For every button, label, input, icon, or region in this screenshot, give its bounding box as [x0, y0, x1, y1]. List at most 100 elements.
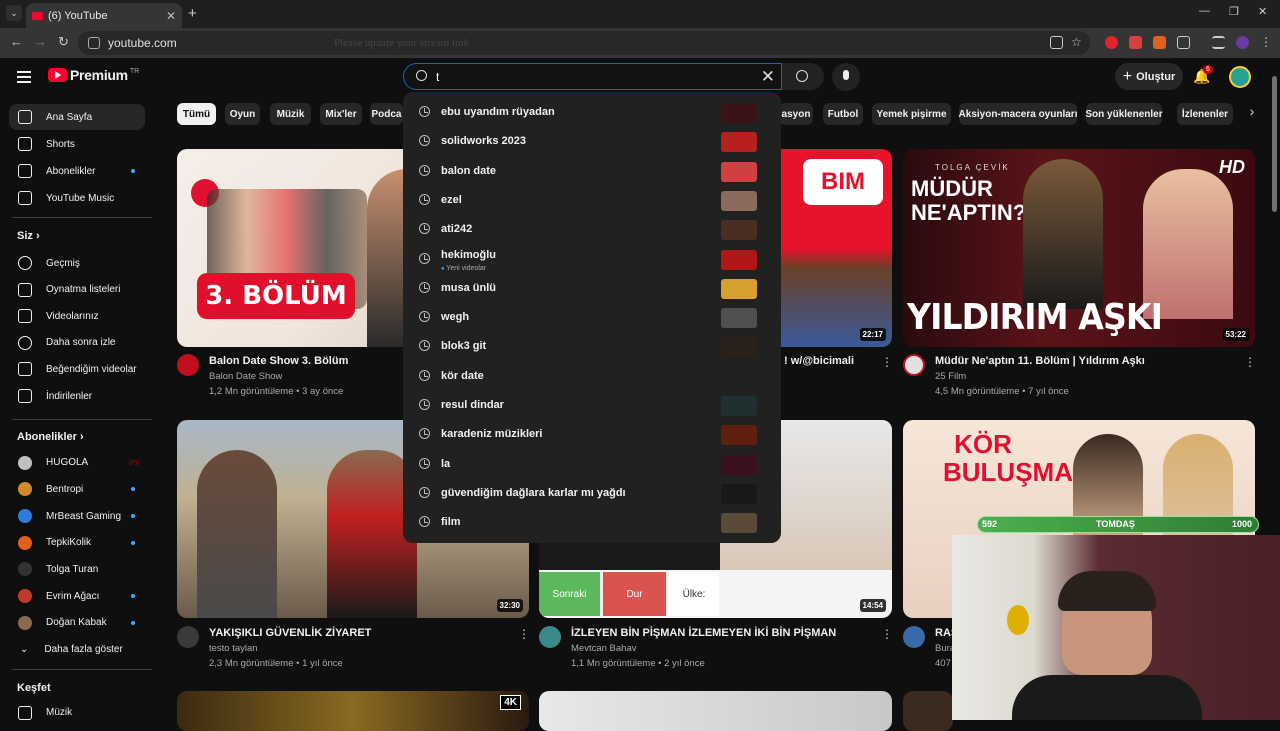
category-chip[interactable]: Son yüklenenler [1085, 103, 1163, 125]
youtube-logo[interactable]: Premium TR [48, 67, 139, 83]
sidebar-item-music[interactable]: Müzik [9, 700, 145, 726]
video-thumbnail[interactable]: 4K [177, 691, 529, 731]
search-suggestion[interactable]: kör date [403, 362, 781, 391]
search-suggestion[interactable]: güvendiğim dağlara karlar mı yağdı [403, 479, 781, 508]
search-suggestion[interactable]: musa ünlü [403, 274, 781, 303]
video-title[interactable]: Balon Date Show 3. Bölüm [209, 355, 348, 367]
video-thumbnail[interactable] [539, 691, 892, 731]
reload-icon[interactable]: ↻ [58, 34, 69, 50]
channel-avatar[interactable] [903, 354, 925, 376]
search-suggestion[interactable]: solidworks 2023 [403, 127, 781, 156]
close-window-icon[interactable]: ✕ [1258, 5, 1267, 18]
search-suggestion[interactable]: ebu uyandım rüyadan [403, 98, 781, 127]
more-options-icon[interactable]: ⋮ [518, 627, 530, 641]
address-bar[interactable]: youtube.com [78, 31, 1090, 55]
video-title[interactable]: İZLEYEN BİN PİŞMAN İZLEMEYEN İKİ BİN PİŞ… [571, 627, 836, 639]
sidebar-item-history[interactable]: Geçmiş [9, 250, 145, 276]
sidebar-item-your-videos[interactable]: Videolarınız [9, 303, 145, 329]
search-input[interactable]: t ✕ [403, 63, 782, 90]
new-tab-icon[interactable]: + [188, 5, 197, 22]
browser-tab[interactable]: (6) YouTube ✕ [26, 3, 182, 28]
menu-hamburger-icon[interactable] [17, 71, 31, 86]
sidebar-item-music[interactable]: YouTube Music [9, 185, 145, 211]
category-chip[interactable]: Mix'ler [320, 103, 362, 125]
more-options-icon[interactable]: ⋮ [881, 355, 893, 369]
search-suggestion[interactable]: resul dindar [403, 391, 781, 420]
extensions-puzzle-icon[interactable] [1177, 36, 1190, 49]
search-suggestion[interactable]: hekimoğlu Yeni videolar [403, 245, 781, 274]
category-chip[interactable]: Oyun [225, 103, 260, 125]
sidebar-subscription[interactable]: Tolga Turan [9, 556, 145, 582]
sidebar-item-home[interactable]: Ana Sayfa [9, 104, 145, 130]
sidebar-subscription[interactable]: MrBeast Gaming [9, 503, 145, 529]
video-thumbnail[interactable] [903, 691, 953, 731]
forward-icon[interactable]: → [34, 34, 47, 49]
category-chip[interactable]: Tümü [177, 103, 216, 125]
video-title[interactable]: YAKIŞIKLI GÜVENLİK ZİYARET [209, 627, 371, 639]
channel-name[interactable]: testo taylan [209, 643, 258, 654]
voice-search-button[interactable] [832, 63, 860, 91]
category-chip[interactable]: Yemek pişirme [872, 103, 951, 125]
profile-icon[interactable] [1236, 36, 1249, 49]
channel-avatar[interactable] [177, 354, 199, 376]
bookmark-star-icon[interactable]: ☆ [1071, 36, 1084, 49]
clear-search-icon[interactable]: ✕ [761, 67, 775, 87]
search-suggestion[interactable]: karadeniz müzikleri [403, 420, 781, 449]
extension-icon[interactable] [1153, 36, 1166, 49]
channel-name[interactable]: 25 Film [935, 371, 966, 382]
sidebar-subscription[interactable]: TepkiKolik [9, 530, 145, 556]
avatar[interactable] [1229, 66, 1251, 88]
channel-name[interactable]: Balon Date Show [209, 371, 282, 382]
sidebar-subscription[interactable]: HUGOLA ((•)) [9, 450, 145, 476]
search-suggestion[interactable]: ati242 [403, 215, 781, 244]
close-tab-icon[interactable]: ✕ [166, 9, 176, 23]
sidebar-subscription[interactable]: Evrim Ağacı [9, 583, 145, 609]
channel-name[interactable]: Mevtcan Bahav [571, 643, 636, 654]
search-suggestion[interactable]: wegh [403, 303, 781, 332]
video-title[interactable]: ! w/@bicimali [784, 355, 854, 367]
channel-avatar[interactable] [539, 626, 561, 648]
search-button[interactable] [782, 63, 824, 90]
show-more-button[interactable]: ⌄ Daha fazla göster [9, 637, 145, 663]
channel-avatar[interactable] [177, 626, 199, 648]
search-suggestion[interactable]: blok3 git [403, 332, 781, 361]
category-chip[interactable]: Aksiyon-macera oyunları [959, 103, 1077, 125]
more-options-icon[interactable]: ⋮ [1244, 355, 1256, 369]
maximize-icon[interactable]: ❐ [1229, 5, 1239, 18]
more-options-icon[interactable]: ⋮ [881, 627, 893, 641]
category-chip[interactable]: İzlenenler [1177, 103, 1233, 125]
category-chip[interactable]: Podca [370, 103, 403, 125]
category-chip[interactable]: Müzik [270, 103, 311, 125]
minimize-icon[interactable]: — [1199, 5, 1210, 17]
extension-icon[interactable] [1105, 36, 1118, 49]
sidebar-item-like[interactable]: Beğendiğim videolar [9, 356, 145, 382]
search-suggestion[interactable]: la [403, 450, 781, 479]
tab-search-icon[interactable]: ⌄ [6, 5, 22, 21]
category-chip[interactable]: Futbol [823, 103, 863, 125]
media-control-icon[interactable] [1212, 36, 1225, 49]
category-chip[interactable]: asyon [779, 103, 813, 125]
sidebar-item-subscriptions[interactable]: Abonelikler [9, 158, 145, 184]
search-suggestion[interactable]: ezel [403, 186, 781, 215]
site-info-icon[interactable] [88, 37, 100, 49]
you-heading[interactable]: Siz › [17, 230, 40, 242]
sidebar-item-download[interactable]: İndirilenler [9, 383, 145, 409]
video-title[interactable]: Müdür Ne'aptın 11. Bölüm | Yıldırım Aşkı [935, 355, 1145, 367]
sidebar-item-watch-later[interactable]: Daha sonra izle [9, 330, 145, 356]
menu-dots-icon[interactable]: ⋮ [1260, 36, 1273, 49]
search-suggestion[interactable]: film [403, 508, 781, 537]
extension-icon[interactable] [1129, 36, 1142, 49]
page-scrollbar[interactable] [1272, 76, 1277, 212]
subscriptions-heading[interactable]: Abonelikler › [17, 431, 84, 443]
search-suggestion[interactable]: balon date [403, 157, 781, 186]
create-button[interactable]: + Oluştur [1115, 63, 1183, 90]
sidebar-subscription[interactable]: Bentropi [9, 476, 145, 502]
video-thumbnail[interactable]: BIM 22:17 [781, 149, 892, 347]
install-app-icon[interactable] [1050, 36, 1063, 49]
sidebar-item-playlists[interactable]: Oynatma listeleri [9, 277, 145, 303]
chevron-right-icon[interactable]: › [1244, 103, 1260, 125]
video-thumbnail[interactable]: TOLGA ÇEVİK MÜDÜR NE'APTIN? HD YILDIRIM … [903, 149, 1255, 347]
channel-avatar[interactable] [903, 626, 925, 648]
sidebar-subscription[interactable]: Doğan Kabak [9, 610, 145, 636]
sidebar-item-shorts[interactable]: Shorts [9, 131, 145, 157]
